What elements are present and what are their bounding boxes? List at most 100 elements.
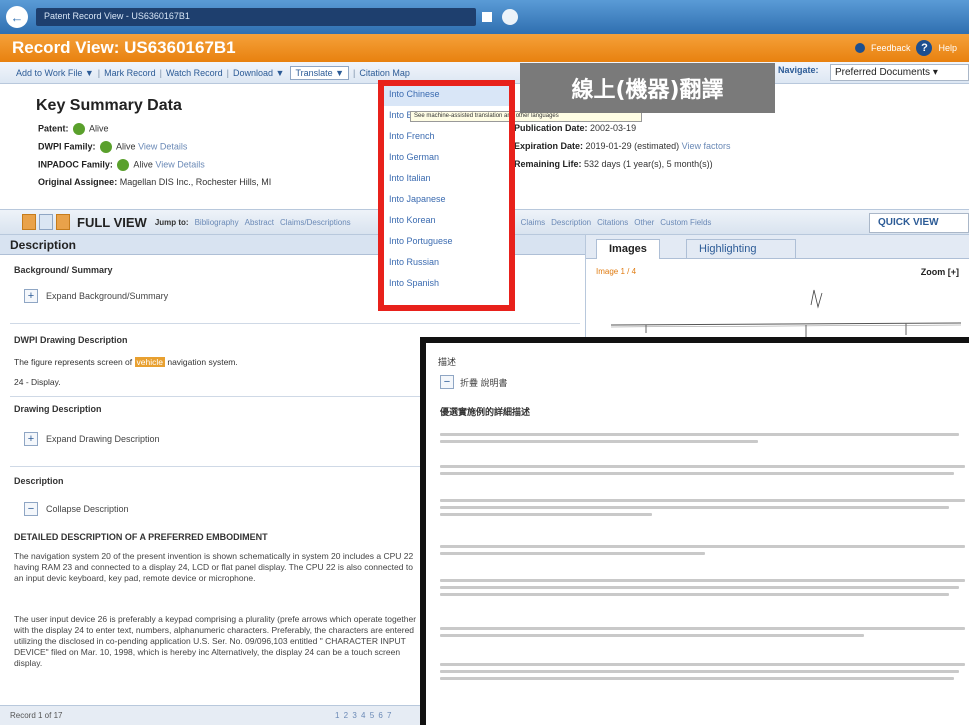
citation-map-button[interactable]: Citation Map bbox=[359, 68, 410, 78]
overlay-collapse-row[interactable]: − 折疊 說明書 bbox=[440, 375, 508, 389]
expand-drawing-label[interactable]: Expand Drawing Description bbox=[46, 434, 160, 444]
translated-paragraph bbox=[440, 541, 969, 559]
separator: | bbox=[353, 67, 356, 78]
jump-link-abstract[interactable]: Abstract bbox=[245, 218, 274, 227]
background-summary-title: Background/ Summary bbox=[14, 265, 113, 275]
pub-label: Publication Date: bbox=[514, 123, 588, 133]
minus-icon[interactable]: − bbox=[440, 375, 454, 389]
zoom-control[interactable]: Zoom [+] bbox=[921, 267, 959, 277]
inpadoc-value: Alive bbox=[133, 159, 153, 170]
jump-link-claims[interactable]: Claims bbox=[521, 218, 545, 227]
dwpi-drawing-title: DWPI Drawing Description bbox=[14, 335, 128, 345]
page-title: Record View: US6360167B1 bbox=[12, 38, 236, 57]
assignee-label: Original Assignee: bbox=[38, 177, 118, 187]
life-label: Remaining Life: bbox=[514, 159, 582, 169]
navigate-select[interactable]: Preferred Documents ▾ bbox=[830, 64, 969, 81]
separator: | bbox=[159, 67, 162, 78]
publication-date: Publication Date: 2002-03-19 bbox=[514, 123, 636, 133]
feedback-link[interactable]: Feedback bbox=[871, 43, 911, 53]
dwpi-drawing-pre: The figure represents screen of bbox=[14, 357, 133, 367]
description-paragraph-2: The user input device 26 is preferably a… bbox=[14, 614, 417, 668]
summary-heading: Key Summary Data bbox=[36, 97, 182, 114]
back-arrow-icon[interactable]: ← bbox=[6, 6, 28, 28]
expand-background-label[interactable]: Expand Background/Summary bbox=[46, 291, 168, 301]
description-subtitle: Description bbox=[14, 476, 64, 486]
view-factors-link[interactable]: View factors bbox=[682, 141, 731, 151]
translated-paragraph bbox=[440, 461, 969, 479]
translated-paragraph bbox=[440, 659, 969, 684]
dwpi-view-details-link[interactable]: View Details bbox=[138, 141, 187, 151]
add-to-work-file-button[interactable]: Add to Work File ▼ bbox=[16, 68, 94, 78]
help-icon[interactable]: ? bbox=[916, 40, 933, 56]
patent-value: Alive bbox=[89, 123, 109, 134]
expand-background-row[interactable]: + Expand Background/Summary bbox=[24, 289, 168, 303]
overlay-collapse-label[interactable]: 折疊 說明書 bbox=[460, 376, 508, 389]
record-counter: Record 1 of 17 bbox=[10, 711, 63, 720]
check-icon bbox=[117, 159, 130, 171]
stop-icon[interactable] bbox=[482, 12, 492, 22]
download-button[interactable]: Download ▼ bbox=[233, 68, 284, 78]
check-icon bbox=[73, 123, 86, 135]
separator: | bbox=[226, 67, 229, 78]
mark-record-button[interactable]: Mark Record bbox=[104, 68, 156, 78]
collapse-description-label[interactable]: Collapse Description bbox=[46, 504, 129, 514]
callout-label: 線上(機器)翻譯 bbox=[520, 63, 775, 113]
jump-link-citations[interactable]: Citations bbox=[597, 218, 628, 227]
refresh-icon[interactable] bbox=[502, 9, 518, 25]
inpadoc-view-details-link[interactable]: View Details bbox=[155, 159, 204, 169]
feedback-icon[interactable] bbox=[854, 43, 865, 53]
address-bar[interactable]: Patent Record View - US6360167B1 bbox=[36, 8, 476, 26]
overlay-heading: 描述 bbox=[438, 357, 457, 367]
jump-link-custom-fields[interactable]: Custom Fields bbox=[660, 218, 711, 227]
translate-button[interactable]: Translate ▼ bbox=[290, 65, 350, 80]
divider bbox=[10, 323, 580, 324]
plus-icon[interactable]: + bbox=[24, 432, 38, 446]
collapse-description-row[interactable]: − Collapse Description bbox=[24, 502, 129, 516]
navigate-label: Navigate: bbox=[778, 65, 819, 75]
jump-link-claims-descriptions[interactable]: Claims/Descriptions bbox=[280, 218, 351, 227]
check-icon bbox=[100, 141, 113, 153]
full-view-title: FULL VIEW bbox=[77, 214, 147, 230]
dwpi-drawing-item: 24 - Display. bbox=[14, 377, 61, 387]
dwpi-drawing-post: navigation system. bbox=[167, 357, 238, 367]
expiration-date: Expiration Date: 2019-01-29 (estimated) … bbox=[514, 141, 730, 151]
dwpi-label: DWPI Family: bbox=[38, 141, 96, 152]
exp-value: 2019-01-29 (estimated) bbox=[585, 141, 680, 151]
detailed-description-title: DETAILED DESCRIPTION OF A PREFERRED EMBO… bbox=[14, 532, 268, 542]
translated-paragraph bbox=[440, 623, 969, 641]
patent-drawing-thumbnail[interactable] bbox=[606, 285, 966, 345]
watch-record-button[interactable]: Watch Record bbox=[166, 68, 223, 78]
highlight-box bbox=[378, 80, 515, 311]
pub-value: 2002-03-19 bbox=[590, 123, 637, 133]
jump-link-bibliography[interactable]: Bibliography bbox=[195, 218, 239, 227]
separator: | bbox=[97, 67, 101, 78]
assignee-value: Magellan DIS Inc., Rochester Hills, MI bbox=[119, 177, 272, 187]
remaining-life: Remaining Life: 532 days (1 year(s), 5 m… bbox=[514, 159, 713, 169]
print-icon[interactable] bbox=[22, 214, 36, 230]
translated-paragraph bbox=[440, 429, 969, 447]
original-assignee: Original Assignee: Magellan DIS Inc., Ro… bbox=[38, 177, 271, 187]
inpadoc-label: INPADOC Family: bbox=[38, 159, 113, 170]
tab-images[interactable]: Images bbox=[596, 239, 660, 259]
drawing-description-title: Drawing Description bbox=[14, 404, 102, 414]
pagination[interactable]: 1 2 3 4 5 6 7 bbox=[335, 711, 392, 720]
pdf-icon[interactable] bbox=[56, 214, 70, 230]
jump-to-label: Jump to: bbox=[154, 217, 189, 227]
plus-icon[interactable]: + bbox=[24, 289, 38, 303]
overlay-title: 優選實施例的詳細描述 bbox=[440, 407, 531, 417]
email-icon[interactable] bbox=[39, 214, 53, 230]
tab-highlighting[interactable]: Highlighting bbox=[686, 239, 796, 259]
dwpi-drawing-text: The figure represents screen of vehicle … bbox=[14, 356, 238, 368]
jump-link-other[interactable]: Other bbox=[634, 218, 654, 227]
highlighted-term: vehicle bbox=[134, 357, 165, 367]
help-link[interactable]: Help bbox=[938, 43, 957, 53]
exp-label: Expiration Date: bbox=[514, 141, 584, 151]
quick-view-button[interactable]: QUICK VIEW bbox=[869, 213, 969, 233]
life-value: 532 days (1 year(s), 5 month(s)) bbox=[584, 159, 713, 169]
expand-drawing-row[interactable]: + Expand Drawing Description bbox=[24, 432, 160, 446]
patent-status: Patent: Alive bbox=[38, 123, 109, 135]
minus-icon[interactable]: − bbox=[24, 502, 38, 516]
jump-link-description[interactable]: Description bbox=[551, 218, 591, 227]
images-tabs: Images Highlighting bbox=[586, 235, 969, 259]
translated-text-overlay: 描述 − 折疊 說明書 優選實施例的詳細描述 bbox=[420, 337, 969, 725]
